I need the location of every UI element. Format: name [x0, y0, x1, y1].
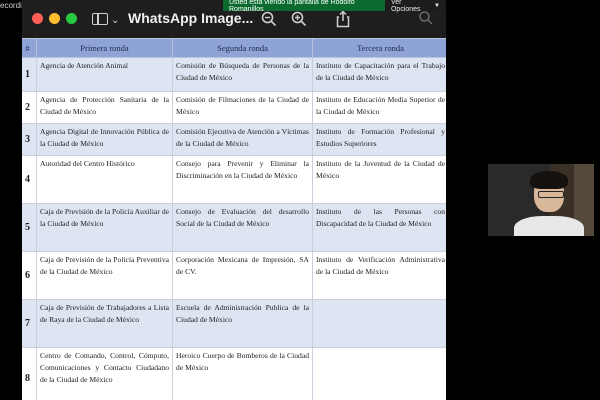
- cell-primera: Autoridad del Centro Histórico: [36, 155, 173, 204]
- row-number: 1: [22, 57, 37, 92]
- cell-segunda: Comisión de Búsqueda de Personas de la C…: [172, 57, 313, 92]
- preview-window: ⌄ WhatsApp Image... # Primera ronda Segu…: [22, 0, 446, 400]
- cell-segunda: Comisión Ejecutiva de Atención a Víctima…: [172, 123, 313, 156]
- cell-primera: Agencia de Atención Animal: [36, 57, 173, 92]
- header-tercera-ronda: Tercera ronda: [312, 38, 446, 58]
- table-row: 4 Autoridad del Centro Histórico Consejo…: [22, 155, 446, 204]
- chevron-down-icon[interactable]: ⌄: [111, 12, 119, 30]
- share-banner-text: Usted está viendo la pantalla de Rodolfo…: [229, 0, 355, 13]
- minimize-window-button[interactable]: [49, 13, 60, 24]
- table-header-row: # Primera ronda Segunda ronda Tercera ro…: [22, 38, 446, 58]
- row-number: 6: [22, 251, 37, 300]
- row-number: 7: [22, 299, 37, 348]
- participant-glasses: [538, 191, 564, 198]
- view-options-label: Ver Opciones: [390, 0, 421, 13]
- table-row: 8 Centro de Comando, Control, Cómputo, C…: [22, 347, 446, 400]
- cell-primera: Agencia de Protección Sanitaria de la Ci…: [36, 91, 173, 124]
- participant-video-tile[interactable]: [488, 164, 594, 236]
- cell-tercera: [312, 299, 446, 348]
- table-row: 5 Caja de Previsión de la Policía Auxili…: [22, 203, 446, 252]
- row-number: 2: [22, 91, 37, 124]
- cell-tercera: Instituto de Capacitación para el Trabaj…: [312, 57, 446, 92]
- row-number: 4: [22, 155, 37, 204]
- participant-hair: [530, 171, 568, 189]
- cell-primera: Caja de Previsión de Trabajadores a List…: [36, 299, 173, 348]
- row-number: 5: [22, 203, 37, 252]
- header-number: #: [22, 38, 37, 58]
- zoom-in-icon[interactable]: [290, 10, 308, 32]
- search-icon[interactable]: [418, 10, 434, 30]
- table-row: 3 Agencia Digital de Innovación Pública …: [22, 123, 446, 156]
- row-number: 3: [22, 123, 37, 156]
- cell-tercera: Instituto de Verificación Administrativa…: [312, 251, 446, 300]
- header-segunda-ronda: Segunda ronda: [172, 38, 313, 58]
- cell-segunda: Escuela de Administración Publica de la …: [172, 299, 313, 348]
- table-row: 1 Agencia de Atención Animal Comisión de…: [22, 57, 446, 92]
- cell-tercera: Instituto de las Personas con Discapacid…: [312, 203, 446, 252]
- table-row: 2 Agencia de Protección Sanitaria de la …: [22, 91, 446, 124]
- sidebar-icon[interactable]: [92, 13, 108, 25]
- cell-primera: Caja de Previsión de la Policía Preventi…: [36, 251, 173, 300]
- cell-primera: Caja de Previsión de la Policía Auxiliar…: [36, 203, 173, 252]
- cell-tercera: Instituto de Educación Media Superior de…: [312, 91, 446, 124]
- header-primera-ronda: Primera ronda: [36, 38, 173, 58]
- cell-primera: Centro de Comando, Control, Cómputo, Com…: [36, 347, 173, 400]
- cell-segunda: Consejo para Prevenir y Eliminar la Disc…: [172, 155, 313, 204]
- chevron-down-icon: ▼: [434, 2, 440, 9]
- fullscreen-window-button[interactable]: [66, 13, 77, 24]
- share-icon[interactable]: [335, 10, 351, 32]
- cell-tercera: [312, 347, 446, 400]
- cell-primera: Agencia Digital de Innovación Pública de…: [36, 123, 173, 156]
- document-image: # Primera ronda Segunda ronda Tercera ro…: [22, 38, 446, 400]
- table-row: 6 Caja de Previsión de la Policía Preven…: [22, 251, 446, 300]
- cell-segunda: Heroico Cuerpo de Bomberos de la Ciudad …: [172, 347, 313, 400]
- rounds-table: # Primera ronda Segunda ronda Tercera ro…: [22, 38, 446, 400]
- zoom-out-icon[interactable]: [260, 10, 278, 32]
- screen-share-banner: Usted está viendo la pantalla de Rodolfo…: [223, 0, 446, 13]
- cell-segunda: Comisión de Filmaciones de la Ciudad de …: [172, 91, 313, 124]
- cell-segunda: Consejo de Evaluación del desarrollo Soc…: [172, 203, 313, 252]
- cell-tercera: Instituto de Formación Profesional y Est…: [312, 123, 446, 156]
- cell-tercera: Instituto de la Juventud de la Ciudad de…: [312, 155, 446, 204]
- participant-body: [514, 216, 584, 236]
- row-number: 8: [22, 347, 37, 400]
- cell-segunda: Corporación Mexicana de Impresión, SA de…: [172, 251, 313, 300]
- table-row: 7 Caja de Previsión de Trabajadores a Li…: [22, 299, 446, 348]
- close-window-button[interactable]: [32, 13, 43, 24]
- view-options-button[interactable]: Ver Opciones ▼: [384, 0, 446, 13]
